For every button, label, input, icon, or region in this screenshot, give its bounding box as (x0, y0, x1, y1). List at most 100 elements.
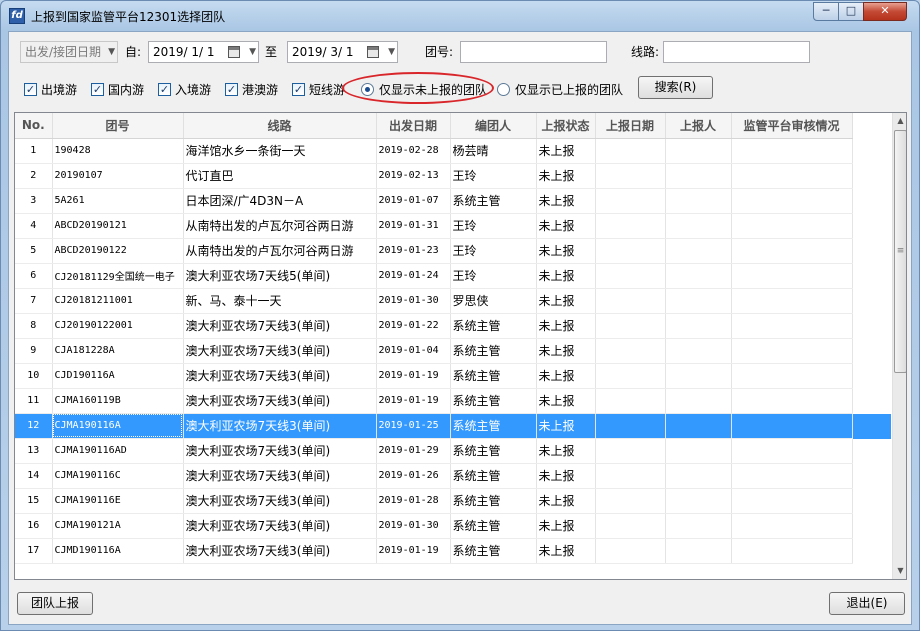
table-cell[interactable] (595, 338, 666, 364)
column-header[interactable]: 上报状态 (536, 113, 596, 139)
table-cell[interactable] (731, 488, 853, 514)
table-cell[interactable] (595, 413, 666, 439)
table-cell[interactable]: 未上报 (536, 338, 596, 364)
table-cell[interactable]: 未上报 (536, 238, 596, 264)
table-cell[interactable] (595, 438, 666, 464)
table-cell[interactable]: 澳大利亚农场7天线3(单间) (183, 488, 377, 514)
table-cell[interactable]: CJ20181129全国统一电子 (52, 263, 184, 289)
table-cell[interactable]: 澳大利亚农场7天线3(单间) (183, 413, 377, 439)
table-cell[interactable]: 澳大利亚农场7天线3(单间) (183, 313, 377, 339)
table-cell[interactable]: 2019-01-04 (376, 338, 451, 364)
table-cell[interactable]: 澳大利亚农场7天线3(单间) (183, 438, 377, 464)
table-cell[interactable]: 未上报 (536, 538, 596, 564)
table-cell[interactable] (731, 288, 853, 314)
table-cell[interactable]: 16 (15, 513, 53, 539)
radio-reported-only[interactable]: 仅显示已上报的团队 (497, 81, 623, 97)
table-cell[interactable]: 8 (15, 313, 53, 339)
table-cell[interactable]: 澳大利亚农场7天线3(单间) (183, 363, 377, 389)
table-cell[interactable]: 澳大利亚农场7天线3(单间) (183, 513, 377, 539)
table-cell[interactable]: 澳大利亚农场7天线3(单间) (183, 388, 377, 414)
table-cell[interactable]: 未上报 (536, 488, 596, 514)
table-cell[interactable]: 2019-01-26 (376, 463, 451, 489)
table-cell[interactable]: 5 (15, 238, 53, 264)
maximize-button[interactable]: □ (838, 2, 864, 21)
search-button[interactable]: 搜索(R) (638, 76, 713, 99)
table-cell[interactable]: 2019-02-13 (376, 163, 451, 189)
table-row[interactable]: 17 CJMD190116A 澳大利亚农场7天线3(单间) 2019-01-19 系统主… (15, 538, 853, 564)
table-row[interactable]: 12 CJMA190116A 澳大利亚农场7天线3(单间) 2019-01-25 系统主… (15, 413, 853, 439)
table-cell[interactable]: 2019-01-19 (376, 363, 451, 389)
table-cell[interactable] (731, 413, 853, 439)
table-cell[interactable]: 未上报 (536, 438, 596, 464)
table-row[interactable]: 6 CJ20181129全国统一电子 澳大利亚农场7天线5(单间) 2019-01-2… (15, 263, 853, 289)
table-cell[interactable] (665, 188, 732, 214)
table-cell[interactable] (731, 388, 853, 414)
table-cell[interactable]: 王玲 (450, 238, 537, 264)
table-cell[interactable] (731, 463, 853, 489)
table-cell[interactable]: 未上报 (536, 463, 596, 489)
table-cell[interactable] (665, 363, 732, 389)
column-header[interactable]: 上报人 (665, 113, 732, 139)
route-input[interactable] (663, 41, 810, 63)
table-cell[interactable] (595, 213, 666, 239)
radio-unselected-icon[interactable] (497, 82, 510, 96)
table-row[interactable]: 13 CJMA190116AD 澳大利亚农场7天线3(单间) 2019-01-29 系统… (15, 438, 853, 464)
table-cell[interactable]: 2019-01-24 (376, 263, 451, 289)
team-grid[interactable]: No. 团号 线路 出发日期 编团人 上报状态 上报日期 上报人 监管平台审核情况 1 19042… (14, 112, 907, 580)
table-cell[interactable]: ABCD20190121 (52, 213, 184, 239)
table-cell[interactable]: CJMA160119B (52, 388, 184, 414)
table-cell[interactable]: 系统主管 (450, 513, 537, 539)
table-cell[interactable]: 17 (15, 538, 53, 564)
checkbox-checked-icon[interactable]: ✓ (158, 82, 171, 96)
table-cell[interactable]: 7 (15, 288, 53, 314)
minimize-button[interactable]: ─ (813, 2, 839, 21)
table-cell[interactable]: 系统主管 (450, 188, 537, 214)
checkbox-domestic[interactable]: ✓ 国内游 (91, 81, 144, 97)
table-cell[interactable]: 14 (15, 463, 53, 489)
table-cell[interactable] (595, 388, 666, 414)
table-cell[interactable] (665, 138, 732, 164)
table-cell[interactable]: CJA181228A (52, 338, 184, 364)
table-cell[interactable]: 未上报 (536, 188, 596, 214)
table-cell[interactable]: ABCD20190122 (52, 238, 184, 264)
scroll-down-icon[interactable]: ▼ (893, 563, 906, 579)
table-cell[interactable] (731, 263, 853, 289)
table-cell[interactable]: 澳大利亚农场7天线3(单间) (183, 463, 377, 489)
table-cell[interactable]: 未上报 (536, 288, 596, 314)
chevron-down-icon[interactable]: ▼ (388, 42, 395, 62)
table-cell[interactable] (731, 338, 853, 364)
scroll-up-icon[interactable]: ▲ (893, 113, 906, 129)
table-cell[interactable] (665, 163, 732, 189)
table-cell[interactable]: 系统主管 (450, 388, 537, 414)
table-cell[interactable] (665, 538, 732, 564)
table-row[interactable]: 11 CJMA160119B 澳大利亚农场7天线3(单间) 2019-01-19 系统主… (15, 388, 853, 414)
table-cell[interactable] (595, 163, 666, 189)
table-row[interactable]: 5 ABCD20190122 从南特出发的卢瓦尔河谷两日游 2019-01-23 王玲未… (15, 238, 853, 264)
table-cell[interactable] (595, 513, 666, 539)
table-cell[interactable]: 2019-01-19 (376, 538, 451, 564)
table-cell[interactable]: CJMA190121A (52, 513, 184, 539)
table-cell[interactable] (731, 438, 853, 464)
chevron-down-icon[interactable]: ▼ (249, 42, 256, 62)
table-cell[interactable]: 15 (15, 488, 53, 514)
table-cell[interactable]: 13 (15, 438, 53, 464)
table-cell[interactable]: 日本团深/广4D3N－A (183, 188, 377, 214)
table-cell[interactable] (595, 263, 666, 289)
exit-button[interactable]: 退出(E) (829, 592, 905, 615)
table-cell[interactable]: 3 (15, 188, 53, 214)
scroll-thumb[interactable]: ≡ (894, 130, 906, 373)
vertical-scrollbar[interactable]: ▲ ≡ ▼ (892, 113, 906, 579)
table-cell[interactable] (731, 188, 853, 214)
table-cell[interactable]: 澳大利亚农场7天线3(单间) (183, 338, 377, 364)
table-cell[interactable]: 系统主管 (450, 463, 537, 489)
checkbox-outbound[interactable]: ✓ 出境游 (24, 81, 77, 97)
from-date-picker[interactable]: 2019/ 1/ 1 ▼ (148, 41, 259, 63)
table-cell[interactable]: 未上报 (536, 163, 596, 189)
table-cell[interactable]: 10 (15, 363, 53, 389)
table-cell[interactable]: 2019-02-28 (376, 138, 451, 164)
table-cell[interactable]: 王玲 (450, 263, 537, 289)
table-cell[interactable]: 6 (15, 263, 53, 289)
table-row[interactable]: 15 CJMA190116E 澳大利亚农场7天线3(单间) 2019-01-28 系统主… (15, 488, 853, 514)
table-cell[interactable]: 王玲 (450, 163, 537, 189)
checkbox-checked-icon[interactable]: ✓ (292, 82, 305, 96)
